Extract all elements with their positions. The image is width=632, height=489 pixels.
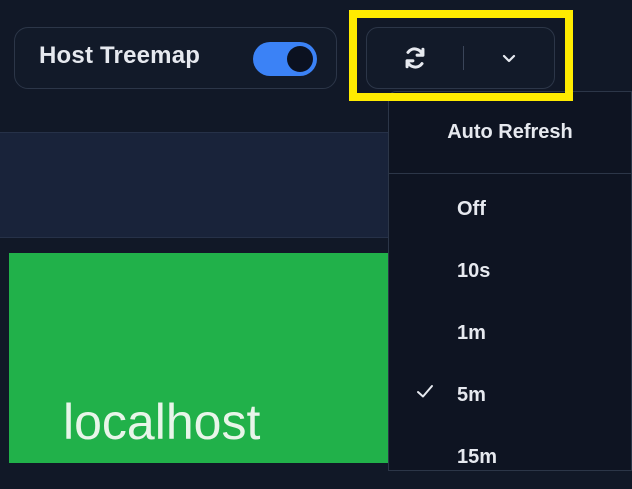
auto-refresh-dropdown-button[interactable]: [464, 28, 554, 88]
switch-knob: [287, 46, 313, 72]
menu-item-label: 5m: [457, 384, 486, 406]
menu-item-label: 10s: [457, 260, 491, 282]
menu-item-1m[interactable]: 1m: [389, 307, 631, 365]
menu-item-10s[interactable]: 10s: [389, 245, 631, 303]
auto-refresh-menu: Auto Refresh Off 10s 1m 5m 15m: [388, 91, 632, 471]
menu-item-label: 1m: [457, 322, 486, 344]
refresh-icon: [405, 47, 425, 69]
host-treemap-toggle-control[interactable]: Host Treemap: [14, 27, 337, 89]
refresh-button[interactable]: [367, 28, 463, 88]
menu-title: Auto Refresh: [389, 92, 631, 174]
menu-item-off[interactable]: Off: [389, 183, 631, 241]
menu-item-15m[interactable]: 15m: [389, 431, 631, 489]
treemap-tile-localhost[interactable]: localhost: [9, 253, 395, 463]
checkmark-icon: [417, 385, 433, 398]
chevron-down-icon: [502, 54, 516, 63]
host-treemap-label: Host Treemap: [39, 42, 201, 69]
refresh-button-group: [366, 27, 555, 89]
host-treemap-switch[interactable]: [253, 42, 317, 76]
tile-label: localhost: [63, 394, 261, 450]
menu-item-5m[interactable]: 5m: [389, 369, 631, 427]
menu-item-label: Off: [457, 198, 486, 220]
